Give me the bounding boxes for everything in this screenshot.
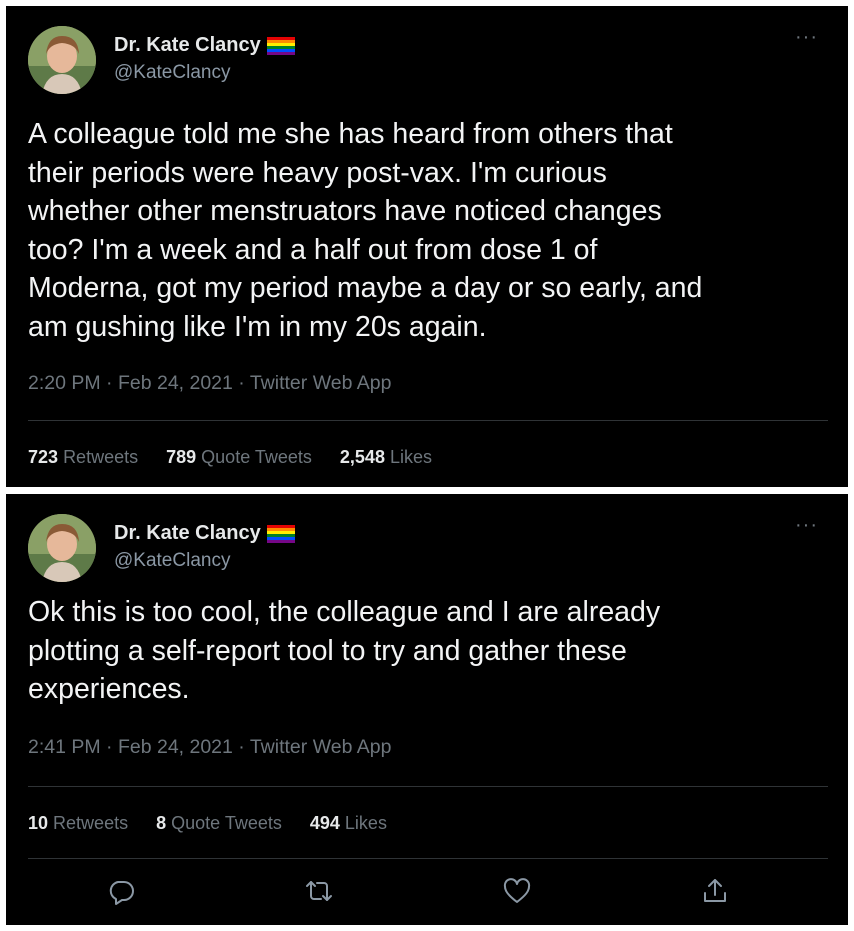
- retweets-label: Retweets: [53, 813, 129, 833]
- tweet-actions: [106, 876, 736, 906]
- tweet-text: Ok this is too cool, the colleague and I…: [28, 596, 661, 705]
- tweet-author-row: Dr. Kate Clancy @KateClancy ···: [28, 26, 818, 94]
- avatar[interactable]: [28, 514, 96, 582]
- quote-tweets-count: 8: [156, 813, 167, 833]
- retweets-label: Retweets: [63, 447, 139, 467]
- quote-tweets-stat[interactable]: 8 Quote Tweets: [156, 813, 282, 834]
- retweet-icon[interactable]: [304, 876, 334, 906]
- likes-count: 2,548: [339, 447, 385, 467]
- share-icon[interactable]: [700, 876, 730, 906]
- likes-label: Likes: [389, 447, 432, 467]
- author-info: Dr. Kate Clancy @KateClancy: [114, 34, 295, 84]
- quote-tweets-label: Quote Tweets: [201, 447, 312, 467]
- likes-stat[interactable]: 2,548 Likes: [340, 447, 432, 468]
- tweet-stats: 723 Retweets 789 Quote Tweets 2,548 Like…: [28, 447, 460, 468]
- quote-tweets-count: 789: [166, 447, 197, 467]
- like-icon[interactable]: [502, 876, 532, 906]
- tweet-card[interactable]: Dr. Kate Clancy @KateClancy ··· Ok this …: [6, 494, 848, 925]
- retweets-count: 10: [28, 813, 49, 833]
- tweet-text: A colleague told me she has heard from o…: [28, 118, 703, 343]
- author-info: Dr. Kate Clancy @KateClancy: [114, 522, 295, 572]
- author-name[interactable]: Dr. Kate Clancy: [114, 522, 261, 545]
- author-handle[interactable]: @KateClancy: [114, 62, 295, 84]
- divider: [28, 786, 828, 787]
- tweet-timestamp[interactable]: 2:41 PM · Feb 24, 2021 · Twitter Web App: [28, 736, 391, 759]
- avatar[interactable]: [28, 26, 96, 94]
- quote-tweets-label: Quote Tweets: [171, 813, 282, 833]
- likes-count: 494: [309, 813, 340, 833]
- rainbow-flag-icon: [266, 36, 295, 56]
- retweets-count: 723: [28, 447, 59, 467]
- likes-stat[interactable]: 494 Likes: [310, 813, 387, 834]
- likes-label: Likes: [344, 813, 387, 833]
- tweet-stats: 10 Retweets 8 Quote Tweets 494 Likes: [28, 813, 415, 834]
- rainbow-flag-icon: [266, 524, 295, 544]
- tweet-author-row: Dr. Kate Clancy @KateClancy ···: [28, 514, 818, 582]
- tweet-card[interactable]: Dr. Kate Clancy @KateClancy ··· A collea…: [6, 6, 848, 487]
- author-name[interactable]: Dr. Kate Clancy: [114, 34, 261, 57]
- reply-icon[interactable]: [106, 876, 136, 906]
- more-icon[interactable]: ···: [795, 515, 818, 535]
- tweet-timestamp[interactable]: 2:20 PM · Feb 24, 2021 · Twitter Web App: [28, 372, 391, 395]
- quote-tweets-stat[interactable]: 789 Quote Tweets: [166, 447, 312, 468]
- retweets-stat[interactable]: 10 Retweets: [28, 813, 128, 834]
- author-handle[interactable]: @KateClancy: [114, 550, 295, 572]
- retweets-stat[interactable]: 723 Retweets: [28, 447, 138, 468]
- more-icon[interactable]: ···: [795, 27, 818, 47]
- divider: [28, 858, 828, 859]
- divider: [28, 420, 828, 421]
